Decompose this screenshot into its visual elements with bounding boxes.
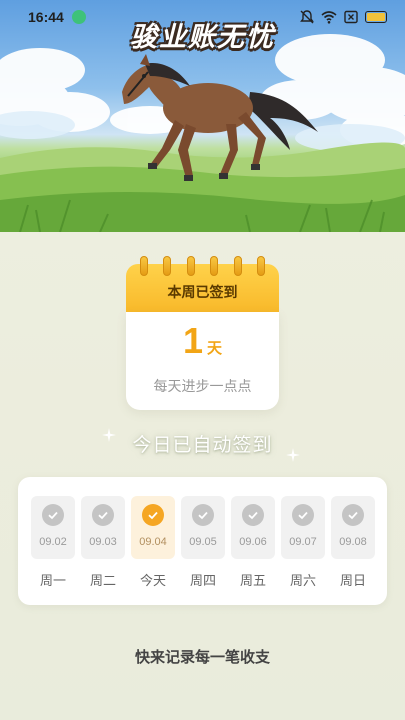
calendar-body: 1 天 每天进步一点点 [126, 312, 279, 410]
day-label: 周日 [339, 574, 366, 589]
check-circle-icon [92, 504, 114, 526]
day-friday[interactable]: 09.06 周五 [231, 477, 275, 605]
day-box: 09.06 [231, 496, 275, 559]
day-date: 09.04 [139, 536, 167, 548]
day-box: 09.03 [81, 496, 125, 559]
checkin-count: 1 [182, 320, 203, 361]
calendar-subtitle: 每天进步一点点 [153, 379, 252, 395]
day-date: 09.02 [39, 536, 67, 548]
day-thursday[interactable]: 09.05 周四 [181, 477, 225, 605]
day-box: 09.08 [331, 496, 375, 559]
day-label: 周六 [289, 574, 316, 589]
calendar-ring-icon [233, 256, 242, 276]
record-prompt[interactable]: 快来记录每一笔收支 [0, 646, 405, 667]
day-box: 09.02 [31, 496, 75, 559]
check-circle-icon [342, 504, 364, 526]
check-circle-icon [192, 504, 214, 526]
day-saturday[interactable]: 09.07 周六 [281, 477, 325, 605]
day-label: 周五 [239, 574, 266, 589]
check-circle-icon [242, 504, 264, 526]
day-box: 09.04 [131, 496, 175, 559]
calendar-ring-icon [163, 256, 172, 276]
calendar-header-text: 本周已签到 [167, 285, 238, 301]
calendar-rings [140, 256, 265, 276]
check-circle-icon [42, 504, 64, 526]
hero-banner: 16:44 骏业账无忧 [0, 0, 405, 232]
day-date: 09.07 [289, 536, 317, 548]
day-label: 周四 [189, 574, 216, 589]
day-date: 09.06 [239, 536, 267, 548]
checkin-count-row: 1 天 [126, 320, 279, 362]
week-checkin-card: 09.02 周一 09.03 周二 09.04 今天 09.05 周四 09.0… [18, 477, 387, 605]
check-circle-icon [142, 504, 164, 526]
day-date: 09.05 [189, 536, 217, 548]
weekly-checkin-card: 本周已签到 1 天 每天进步一点点 [126, 256, 279, 410]
calendar-ring-icon [256, 256, 265, 276]
day-label: 周二 [89, 574, 116, 589]
auto-signed-banner: 今日已自动签到 [0, 428, 405, 466]
calendar-ring-icon [210, 256, 219, 276]
day-today[interactable]: 09.04 今天 [131, 477, 175, 605]
day-monday[interactable]: 09.02 周一 [31, 477, 75, 605]
day-box: 09.07 [281, 496, 325, 559]
checkin-unit: 天 [207, 339, 223, 357]
day-box: 09.05 [181, 496, 225, 559]
day-date: 09.03 [89, 536, 117, 548]
sparkle-icon [286, 448, 300, 462]
check-circle-icon [292, 504, 314, 526]
day-date: 09.08 [339, 536, 367, 548]
day-label: 今天 [139, 574, 166, 589]
day-label: 周一 [39, 574, 66, 589]
hero-title: 骏业账无忧 [130, 22, 275, 53]
day-tuesday[interactable]: 09.03 周二 [81, 477, 125, 605]
calendar-ring-icon [186, 256, 195, 276]
day-sunday[interactable]: 09.08 周日 [331, 477, 375, 605]
calendar-ring-icon [140, 256, 148, 276]
auto-signed-text: 今日已自动签到 [132, 434, 273, 456]
